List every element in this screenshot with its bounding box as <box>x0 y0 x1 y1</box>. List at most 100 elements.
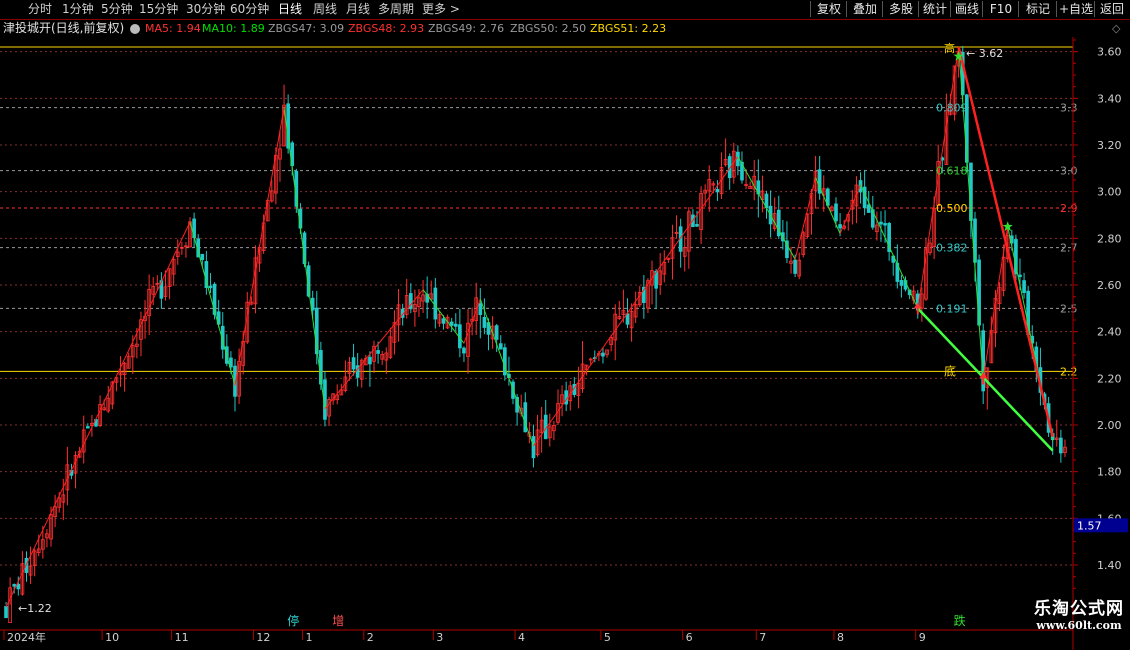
event-badge-1: 增 <box>332 614 344 628</box>
tab-period-7[interactable]: 周线 <box>313 2 337 17</box>
candle-body <box>531 436 536 459</box>
tab-period-4[interactable]: 30分钟 <box>186 2 225 17</box>
candle-body <box>793 259 797 274</box>
toolbar-button-7[interactable]: 返回 <box>1094 1 1129 17</box>
candle-body <box>462 347 466 354</box>
candle-body <box>351 357 356 370</box>
settings-dot-icon[interactable] <box>130 24 140 34</box>
tab-period-0[interactable]: 分时 <box>28 2 52 17</box>
toolbar-button-5[interactable]: F10 <box>982 1 1019 17</box>
month-label-2: 11 <box>175 631 189 644</box>
candle-body <box>879 221 883 225</box>
candle-body <box>449 321 454 326</box>
candle-body <box>695 224 699 227</box>
y-tick-label-2: 1.80 <box>1097 466 1122 479</box>
candle-body <box>625 313 630 325</box>
month-label-8: 5 <box>604 631 611 644</box>
y-tick-label-9: 3.20 <box>1097 139 1122 152</box>
y-tick-label-8: 3.00 <box>1097 186 1122 199</box>
y-tick-label-11: 3.60 <box>1097 46 1122 59</box>
candle-body <box>883 223 887 226</box>
month-label-7: 4 <box>518 631 525 644</box>
tab-period-10[interactable]: 更多 > <box>422 2 460 17</box>
candle-body <box>494 325 499 340</box>
legend-item-5: ZBGS50: 2.50 <box>510 22 587 35</box>
toolbar-button-3[interactable]: 统计 <box>918 1 951 17</box>
level-label-2: 3.0 <box>1060 165 1078 178</box>
fib-ratio-label-0: 0.809 <box>936 102 968 115</box>
diamond-icon[interactable]: ◇ <box>1112 20 1120 37</box>
toolbar-button-4[interactable]: 画线 <box>950 1 983 17</box>
legend-item-2: ZBGS47: 3.09 <box>268 22 345 35</box>
tab-period-6[interactable]: 日线 <box>278 2 302 17</box>
start-low-label: ←1.22 <box>18 602 52 615</box>
candle-body <box>433 287 438 320</box>
tab-period-5[interactable]: 60分钟 <box>230 2 269 17</box>
month-label-3: 12 <box>256 631 270 644</box>
tab-period-8[interactable]: 月线 <box>346 2 370 17</box>
y-tick-label-3: 2.00 <box>1097 419 1122 432</box>
candle-body <box>453 323 458 327</box>
candle-body <box>866 204 871 213</box>
month-label-0: 2024年 <box>7 630 46 644</box>
high-value-label: ← 3.62 <box>966 47 1003 60</box>
watermark-url: www.60lt.com <box>1036 619 1122 632</box>
fib-ratio-label-1: 0.618 <box>936 165 968 178</box>
watermark-title: 乐淘公式网 <box>1034 599 1124 619</box>
level-label-6: 2.2 <box>1060 365 1078 378</box>
toolbar-button-1[interactable]: 叠加 <box>846 1 883 17</box>
indicator-legend: 津投城开(日线,前复权) MA5: 1.94 MA10: 1.89 ZBGS47: 3… <box>0 20 1130 37</box>
candle-body <box>368 356 372 365</box>
candle-body <box>376 350 380 354</box>
candle-body <box>1059 437 1063 454</box>
event-badge-2: 跌 <box>954 613 966 628</box>
chart-background <box>0 37 1130 650</box>
legend-item-0: MA5: 1.94 <box>145 22 201 35</box>
month-label-12: 9 <box>919 631 926 644</box>
tab-period-2[interactable]: 5分钟 <box>101 2 133 17</box>
candle-body <box>482 316 487 328</box>
tab-period-9[interactable]: 多周期 <box>378 2 414 17</box>
candle-body <box>899 280 904 286</box>
candle-body <box>498 343 503 350</box>
y-tick-label-10: 3.40 <box>1097 92 1122 105</box>
toolbar-button-2[interactable]: 多股 <box>882 1 919 17</box>
fib-ratio-label-3: 0.382 <box>936 242 968 255</box>
toolbar-button-0[interactable]: 复权 <box>810 1 847 17</box>
level-label-3: 2.9 <box>1060 202 1078 215</box>
mark-button[interactable]: 标记 <box>1018 1 1057 17</box>
period-toolbar: 分时 1分钟 5分钟 15分钟 30分钟 60分钟 日线 周线 月线 多周期 更多 > 复权 叠加 多股统… <box>0 0 1130 20</box>
candle-body <box>838 224 842 229</box>
candle-body <box>16 583 21 590</box>
event-badge-0: 停 <box>287 613 299 628</box>
month-label-5: 2 <box>367 631 374 644</box>
y-tick-label-0: 1.40 <box>1097 559 1122 572</box>
level-label-4: 2.7 <box>1060 242 1078 255</box>
bottom-label: 底 <box>944 363 956 378</box>
candle-body <box>715 188 720 193</box>
month-label-1: 10 <box>105 631 119 644</box>
candle-body <box>12 584 17 587</box>
legend-item-3: ZBGS48: 2.93 <box>348 22 425 35</box>
current-price-label: 1.57 <box>1077 519 1102 532</box>
stock-title: 津投城开(日线,前复权) <box>3 21 125 35</box>
y-tick-label-5: 2.40 <box>1097 326 1122 339</box>
legend-item-4: ZBGS49: 2.76 <box>428 22 505 35</box>
candle-body <box>4 605 8 619</box>
candle-body <box>1022 280 1026 293</box>
toolbar-button-6[interactable]: +自选 <box>1056 1 1095 17</box>
candle-body <box>85 426 90 429</box>
candle-body <box>441 318 446 324</box>
tab-period-3[interactable]: 15分钟 <box>139 2 178 17</box>
y-tick-label-6: 2.60 <box>1097 279 1122 292</box>
candle-body <box>1018 274 1022 278</box>
watermark-logo: 乐淘公式网 www.60lt.com <box>1034 594 1124 632</box>
y-tick-label-4: 2.20 <box>1097 372 1122 385</box>
candle-body <box>478 303 483 316</box>
y-tick-label-7: 2.80 <box>1097 232 1122 245</box>
tab-period-1[interactable]: 1分钟 <box>62 2 94 17</box>
kline-chart[interactable]: 3.33.02.92.72.52.20.8090.6180.5000.3820.… <box>0 37 1130 650</box>
month-label-6: 3 <box>436 631 443 644</box>
candle-body <box>601 352 605 357</box>
high-label: 高 <box>944 41 955 55</box>
